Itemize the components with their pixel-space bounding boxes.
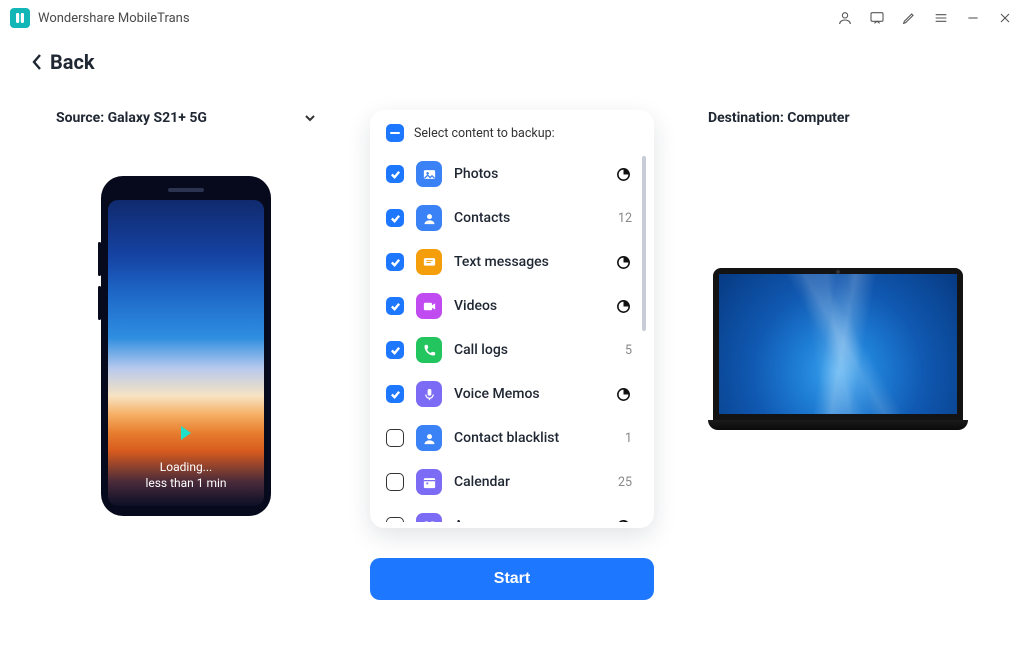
destination-device-image — [713, 268, 963, 430]
item-label: Contact blacklist — [454, 430, 613, 446]
minimize-icon[interactable] — [964, 9, 982, 27]
item-checkbox[interactable] — [386, 209, 404, 227]
loading-spinner-icon — [615, 518, 632, 523]
phone-icon — [416, 337, 442, 363]
destination-label-row: Destination: Computer — [708, 110, 968, 126]
item-label: Text messages — [454, 254, 603, 270]
edit-icon[interactable] — [900, 9, 918, 27]
content-row[interactable]: Call logs 5 — [382, 328, 638, 372]
close-icon[interactable] — [996, 9, 1014, 27]
loading-spinner-icon — [615, 386, 632, 403]
phone-status-line1: Loading... — [160, 460, 212, 474]
loading-spinner-icon — [615, 298, 632, 315]
item-checkbox[interactable] — [386, 165, 404, 183]
item-count: 12 — [618, 211, 632, 226]
source-device-image: Loading... less than 1 min — [101, 176, 271, 516]
content-row[interactable]: Photos — [382, 152, 638, 196]
source-label: Source: Galaxy S21+ 5G — [56, 110, 207, 126]
item-checkbox[interactable] — [386, 253, 404, 271]
phone-status-line2: less than 1 min — [145, 476, 226, 490]
item-label: Apps — [454, 518, 603, 522]
start-button[interactable]: Start — [370, 558, 654, 600]
item-label: Contacts — [454, 210, 606, 226]
play-icon — [181, 426, 191, 440]
card-header-text: Select content to backup: — [414, 126, 555, 141]
back-button[interactable]: Back — [30, 50, 95, 74]
item-checkbox[interactable] — [386, 517, 404, 522]
content-row[interactable]: Text messages — [382, 240, 638, 284]
destination-panel: Destination: Computer — [708, 110, 968, 660]
content-row[interactable]: Contacts 12 — [382, 196, 638, 240]
video-icon — [416, 293, 442, 319]
calendar-icon — [416, 469, 442, 495]
item-count: 5 — [625, 343, 632, 358]
chevron-down-icon — [304, 112, 316, 124]
source-panel: Source: Galaxy S21+ 5G Loading... less t… — [56, 110, 316, 660]
title-bar: Wondershare MobileTrans — [0, 0, 1024, 36]
item-checkbox[interactable] — [386, 341, 404, 359]
destination-label: Destination: Computer — [708, 110, 850, 126]
item-label: Calendar — [454, 474, 606, 490]
content-row[interactable]: Videos — [382, 284, 638, 328]
item-label: Photos — [454, 166, 603, 182]
loading-spinner-icon — [615, 166, 632, 183]
mic-icon — [416, 381, 442, 407]
item-checkbox[interactable] — [386, 297, 404, 315]
item-checkbox[interactable] — [386, 385, 404, 403]
select-all-checkbox[interactable] — [386, 124, 404, 142]
item-label: Call logs — [454, 342, 613, 358]
content-select-card: Select content to backup: Photos Contacts… — [370, 110, 654, 528]
contact-icon — [416, 205, 442, 231]
content-row[interactable]: Voice Memos — [382, 372, 638, 416]
loading-spinner-icon — [615, 254, 632, 271]
item-checkbox[interactable] — [386, 473, 404, 491]
item-checkbox[interactable] — [386, 429, 404, 447]
account-icon[interactable] — [836, 9, 854, 27]
item-label: Videos — [454, 298, 603, 314]
content-row[interactable]: Calendar 25 — [382, 460, 638, 504]
feedback-icon[interactable] — [868, 9, 886, 27]
contact-icon — [416, 425, 442, 451]
content-list: Photos Contacts 12 Text messages Videos Call … — [382, 152, 638, 522]
item-label: Voice Memos — [454, 386, 603, 402]
app-logo-icon — [10, 8, 30, 28]
content-row[interactable]: Apps — [382, 504, 638, 522]
source-selector[interactable]: Source: Galaxy S21+ 5G — [56, 110, 316, 126]
scrollbar[interactable] — [642, 156, 646, 331]
menu-icon[interactable] — [932, 9, 950, 27]
app-title: Wondershare MobileTrans — [38, 11, 190, 26]
back-label: Back — [50, 50, 95, 74]
apps-icon — [416, 513, 442, 522]
content-row[interactable]: Contact blacklist 1 — [382, 416, 638, 460]
image-icon — [416, 161, 442, 187]
chevron-left-icon — [30, 53, 44, 71]
item-count: 25 — [618, 475, 632, 490]
item-count: 1 — [625, 431, 632, 446]
message-icon — [416, 249, 442, 275]
